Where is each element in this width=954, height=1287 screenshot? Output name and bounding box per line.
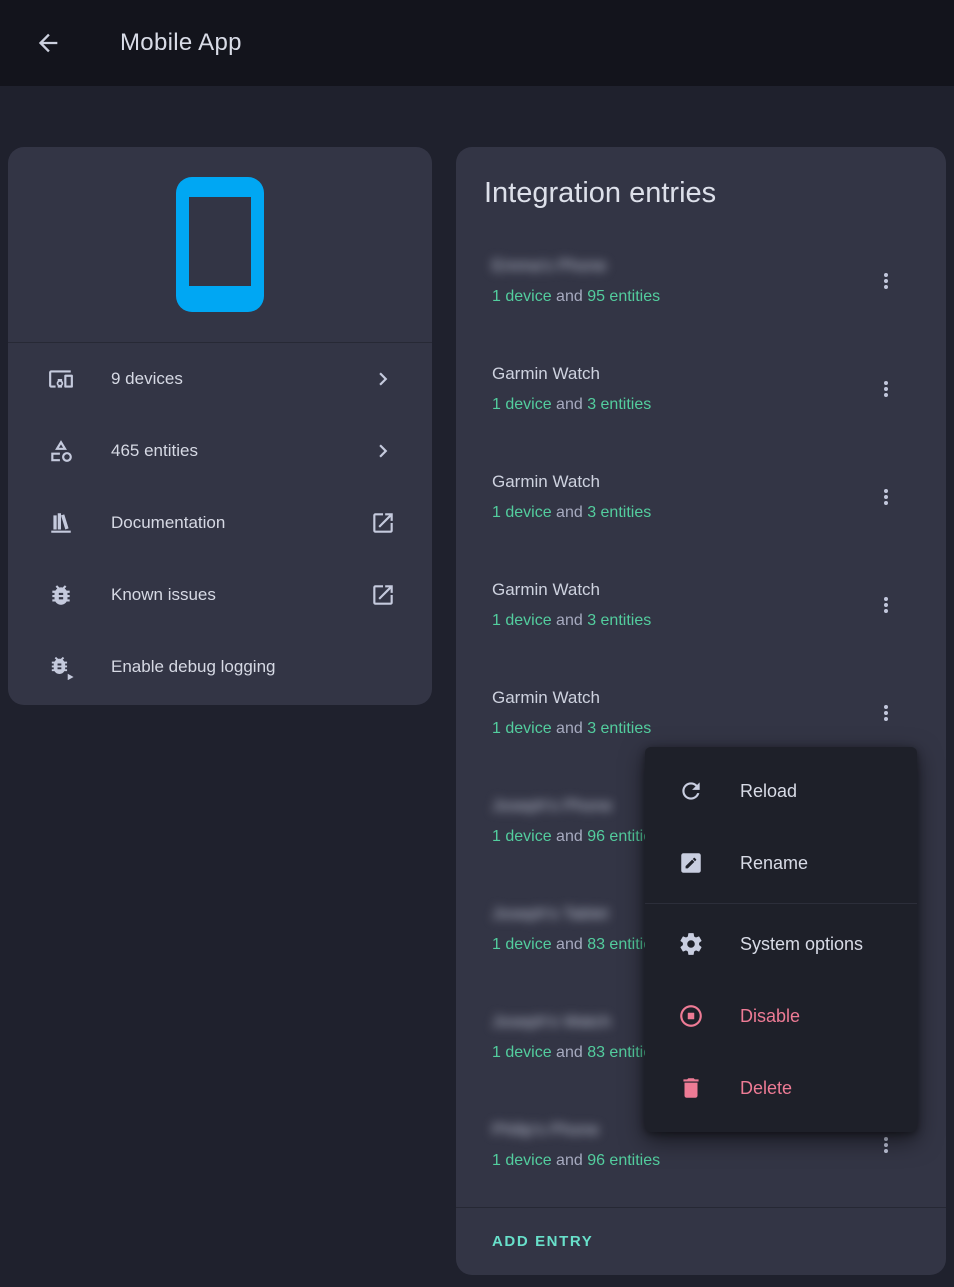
menu-item[interactable]: Rename xyxy=(645,827,917,899)
arrow-left-icon xyxy=(34,29,62,57)
devices-link[interactable]: 1 device xyxy=(492,1044,552,1061)
entry-name: Philip's Phone xyxy=(492,1117,660,1142)
menu-item-label: Reload xyxy=(740,781,797,802)
entry-name: Joseph's Phone xyxy=(492,793,660,818)
dots-vertical-icon xyxy=(874,269,898,293)
entry-name: Joseph's Tablet xyxy=(492,901,660,926)
gear-icon xyxy=(678,931,704,957)
entities-link[interactable]: 3 entities xyxy=(587,720,651,737)
entities-link[interactable]: 96 entities xyxy=(587,1152,660,1169)
menu-item-label: System options xyxy=(740,934,863,955)
devices-icon xyxy=(48,366,74,392)
dots-vertical-icon xyxy=(874,593,898,617)
devices-link[interactable]: 1 device xyxy=(492,720,552,737)
devices-link[interactable]: 1 device xyxy=(492,828,552,845)
open-in-new-icon xyxy=(370,510,396,536)
entry-menu-button[interactable] xyxy=(866,369,906,409)
devices-link[interactable]: 1 device xyxy=(492,1152,552,1169)
entities-link[interactable]: 3 entities xyxy=(587,504,651,521)
entry-name: Joseph's Watch xyxy=(492,1009,660,1034)
chevron-right-icon xyxy=(370,366,396,392)
menu-item[interactable]: Reload xyxy=(645,755,917,827)
bug-icon xyxy=(48,582,74,608)
integration-logo-area xyxy=(8,147,432,343)
info-row-label: Known issues xyxy=(111,585,216,605)
menu-item-label: Rename xyxy=(740,853,808,874)
open-in-new-icon xyxy=(370,582,396,608)
info-row-label: Documentation xyxy=(111,513,225,533)
entry-name: Garmin Watch xyxy=(492,685,651,710)
entry-row: Emma's Phone 1 device and 95 entities xyxy=(456,227,946,335)
menu-item[interactable]: Delete xyxy=(645,1052,917,1124)
devices-link[interactable]: 1 device xyxy=(492,612,552,629)
entry-summary: 1 device and 3 entities xyxy=(492,392,651,417)
entities-link[interactable]: 95 entities xyxy=(587,288,660,305)
info-row[interactable]: Enable debug logging xyxy=(8,631,432,703)
entry-name: Garmin Watch xyxy=(492,577,651,602)
dots-vertical-icon xyxy=(874,485,898,509)
entry-menu-button[interactable] xyxy=(866,693,906,733)
info-row[interactable]: 465 entities xyxy=(8,415,432,487)
integration-info-card: 9 devices 465 entities Documentation Kno… xyxy=(8,147,432,705)
menu-item-label: Delete xyxy=(740,1078,792,1099)
info-row[interactable]: Known issues xyxy=(8,559,432,631)
entry-summary: 1 device and 96 entities xyxy=(492,1148,660,1173)
info-row[interactable]: 9 devices xyxy=(8,343,432,415)
entries-footer: ADD ENTRY xyxy=(456,1208,946,1275)
reload-icon xyxy=(678,778,704,804)
entities-link[interactable]: 3 entities xyxy=(587,612,651,629)
entry-summary: 1 device and 95 entities xyxy=(492,284,660,309)
cellphone-icon xyxy=(176,177,264,312)
delete-icon xyxy=(678,1075,704,1101)
entry-row: Garmin Watch 1 device and 3 entities xyxy=(456,335,946,443)
menu-item-label: Disable xyxy=(740,1006,800,1027)
dots-vertical-icon xyxy=(874,377,898,401)
info-row-label: 465 entities xyxy=(111,441,198,461)
entry-name: Garmin Watch xyxy=(492,361,651,386)
menu-divider xyxy=(645,903,917,904)
chevron-right-icon xyxy=(370,438,396,464)
entry-row: Garmin Watch 1 device and 3 entities xyxy=(456,551,946,659)
shapes-icon xyxy=(48,438,74,464)
devices-link[interactable]: 1 device xyxy=(492,396,552,413)
disable-icon xyxy=(678,1003,704,1029)
add-entry-button[interactable]: ADD ENTRY xyxy=(492,1233,593,1250)
dots-vertical-icon xyxy=(874,1133,898,1157)
entry-menu-button[interactable] xyxy=(866,585,906,625)
entry-name: Emma's Phone xyxy=(492,253,660,278)
app-header: Mobile App xyxy=(0,0,954,86)
entities-link[interactable]: 3 entities xyxy=(587,396,651,413)
entry-summary: 1 device and 83 entities xyxy=(492,932,660,957)
entry-summary: 1 device and 3 entities xyxy=(492,716,651,741)
entry-row: Garmin Watch 1 device and 3 entities xyxy=(456,443,946,551)
entry-context-menu: Reload Rename System options Disable Del… xyxy=(645,747,917,1132)
entry-summary: 1 device and 96 entities xyxy=(492,824,660,849)
entry-summary: 1 device and 83 entities xyxy=(492,1040,660,1065)
info-row[interactable]: Documentation xyxy=(8,487,432,559)
info-row-list: 9 devices 465 entities Documentation Kno… xyxy=(8,343,432,703)
dots-vertical-icon xyxy=(874,701,898,725)
entry-name: Garmin Watch xyxy=(492,469,651,494)
devices-link[interactable]: 1 device xyxy=(492,504,552,521)
menu-item[interactable]: Disable xyxy=(645,980,917,1052)
menu-item[interactable]: System options xyxy=(645,908,917,980)
bookshelf-icon xyxy=(48,510,74,536)
entry-summary: 1 device and 3 entities xyxy=(492,500,651,525)
bug-play-icon xyxy=(48,654,74,680)
entry-menu-button[interactable] xyxy=(866,477,906,517)
entry-menu-button[interactable] xyxy=(866,261,906,301)
devices-link[interactable]: 1 device xyxy=(492,936,552,953)
rename-icon xyxy=(678,850,704,876)
devices-link[interactable]: 1 device xyxy=(492,288,552,305)
entries-card-title: Integration entries xyxy=(484,173,946,213)
page-title: Mobile App xyxy=(120,29,242,57)
info-row-label: 9 devices xyxy=(111,369,183,389)
entry-summary: 1 device and 3 entities xyxy=(492,608,651,633)
back-button[interactable] xyxy=(34,29,62,57)
info-row-label: Enable debug logging xyxy=(111,657,275,677)
